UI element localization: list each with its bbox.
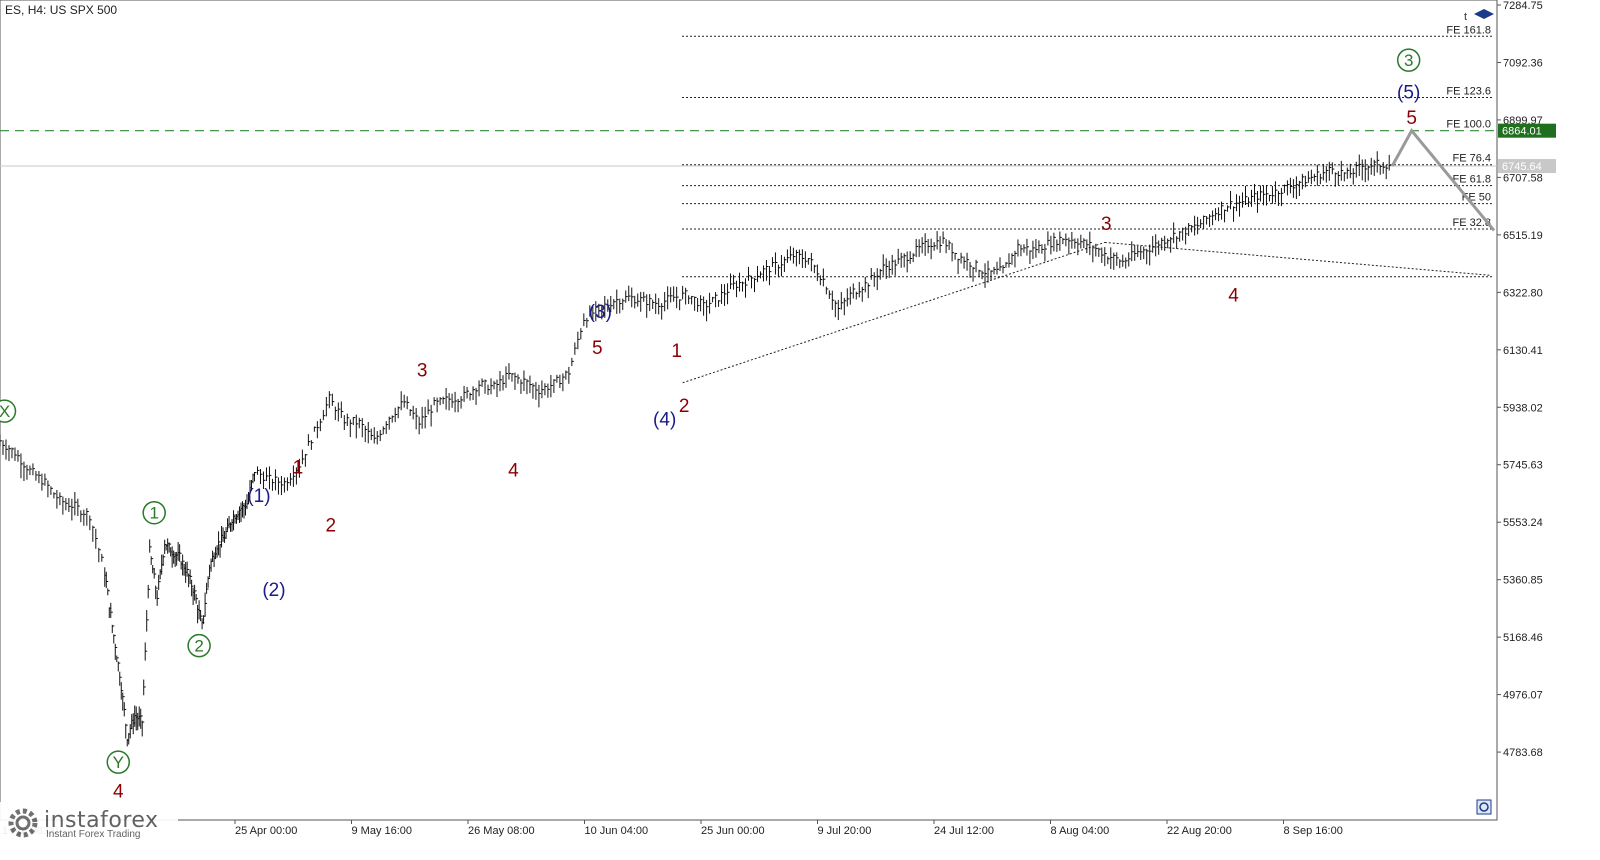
x-tick-label: 22 Aug 20:00 [1167, 825, 1232, 837]
y-tick-label: 6707.58 [1503, 172, 1543, 184]
wave-label: 3 [1404, 51, 1413, 70]
plot-frame [0, 0, 1498, 821]
wave-label: Y [113, 753, 124, 772]
wave-label: 2 [679, 396, 690, 417]
x-tick-label: 9 May 16:00 [352, 825, 413, 837]
fe-level-label: FE 61.8 [1452, 174, 1491, 186]
wave-label: 4 [508, 460, 519, 481]
x-tick-label: 8 Sep 16:00 [1284, 825, 1343, 837]
wave-label: 1 [671, 341, 682, 362]
y-tick-label: 6515.19 [1503, 230, 1543, 242]
timeframe: H4: [27, 3, 47, 17]
logo-tagline: Instant Forex Trading [46, 829, 141, 840]
x-tick-label: 8 Aug 04:00 [1051, 825, 1110, 837]
wave-label: 4 [113, 782, 124, 803]
price-tag-label: 6864.01 [1502, 126, 1542, 138]
x-tick-label: 25 Apr 00:00 [235, 825, 297, 837]
price-chart[interactable]: FE 161.8FE 123.6FE 100.0FE 76.4FE 61.8FE… [0, 0, 1600, 860]
wave-label: 3 [1101, 214, 1112, 235]
x-tick-label: 26 May 08:00 [468, 825, 535, 837]
symbol: ES, [5, 3, 25, 17]
wave-label: 1 [149, 504, 158, 523]
y-tick-label: 5938.02 [1503, 402, 1543, 414]
instaforex-logo: instaforex Instant Forex Trading [0, 802, 178, 844]
wave-label: 1 [293, 457, 304, 478]
price-tags: 6864.01 6745.64 [1498, 123, 1556, 174]
wave-label: 5 [592, 338, 603, 359]
y-tick-label: 6322.80 [1503, 287, 1543, 299]
fe-level-label: FE 100.0 [1446, 119, 1491, 131]
gear-logo-icon [8, 808, 38, 838]
x-axis: 1 Apr 08:0025 Apr 00:009 May 16:0026 May… [2, 820, 1343, 837]
x-tick-label: 25 Jun 00:00 [701, 825, 765, 837]
fe-level-label: FE 161.8 [1446, 24, 1491, 36]
wave-label: 4 [1228, 286, 1239, 307]
y-axis: 7284.757092.366899.976707.586515.196322.… [1497, 0, 1543, 759]
chart-area[interactable]: FE 161.8 FE 123.6 FE 100.0 FE 76.4 FE 61.8 FE… [0, 0, 1600, 860]
fe-level-label: FE 76.4 [1452, 153, 1491, 165]
y-tick-label: 6130.41 [1503, 345, 1543, 357]
wave-label: 2 [326, 516, 337, 537]
x-tick-label: 9 Jul 20:00 [818, 825, 872, 837]
chart-header: ES, H4: US SPX 500 [5, 3, 117, 17]
x-tick-label: 24 Jul 12:00 [934, 825, 994, 837]
wave-label: (4) [653, 410, 676, 431]
trade-icon[interactable]: t [1464, 11, 1467, 23]
price-tag-label: 6745.64 [1502, 161, 1542, 173]
wave-label: X [0, 402, 10, 421]
wave-label: (3) [589, 302, 612, 323]
wave-label: (5) [1397, 83, 1420, 104]
wave-label: (1) [247, 486, 270, 507]
wave-label: 3 [417, 360, 428, 381]
wave-label: 2 [194, 637, 203, 656]
y-tick-label: 5745.63 [1503, 460, 1543, 472]
y-tick-label: 5360.85 [1503, 575, 1543, 587]
wave-label: (2) [262, 580, 285, 601]
fe-level-label: FE 123.6 [1446, 86, 1491, 98]
instrument-description: US SPX 500 [49, 3, 118, 17]
x-tick-label: 10 Jun 04:00 [585, 825, 649, 837]
y-tick-label: 5553.24 [1503, 517, 1543, 529]
wave-label: 5 [1406, 108, 1417, 129]
y-tick-label: 5168.46 [1503, 632, 1543, 644]
object-list-icon[interactable] [1476, 799, 1492, 815]
y-tick-label: 4783.68 [1503, 747, 1543, 759]
y-tick-label: 7284.75 [1503, 0, 1543, 12]
y-tick-label: 7092.36 [1503, 57, 1543, 69]
y-tick-label: 4976.07 [1503, 690, 1543, 702]
